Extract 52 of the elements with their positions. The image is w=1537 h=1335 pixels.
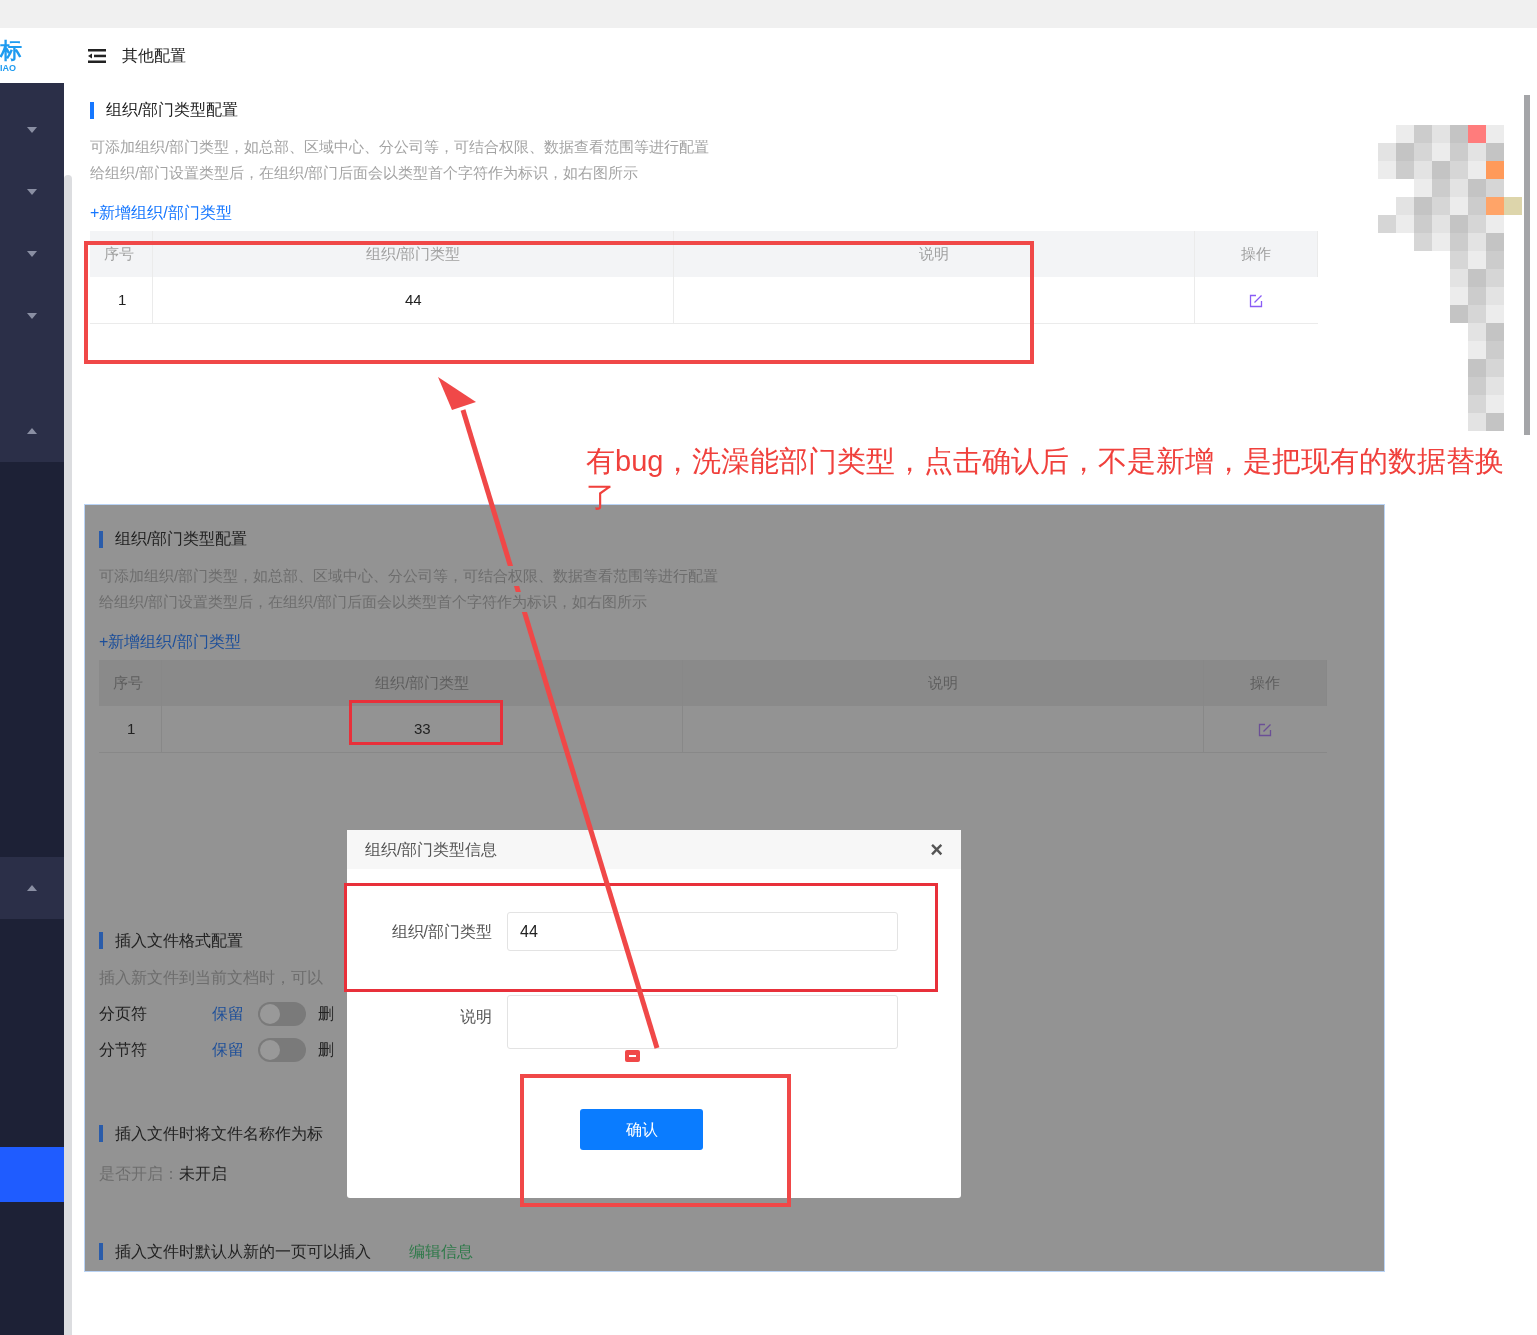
caret-icon[interactable] [27, 127, 37, 133]
table-cell: 44 [153, 277, 674, 323]
edit-icon[interactable] [1249, 293, 1264, 308]
column-header: 序号 [90, 231, 153, 277]
logo-mark: 标 [0, 38, 22, 63]
column-header: 操作 [1194, 231, 1318, 277]
table-cell: 1 [99, 706, 162, 752]
section-marker [99, 932, 103, 949]
description-text: 可添加组织/部门类型，如总部、区域中心、分公司等，可结合权限、数据查看范围等进行配置 [90, 137, 711, 157]
section-title: 组织/部门类型配置 [106, 100, 239, 120]
status-value: 未开启 [179, 1163, 227, 1184]
section-title: 插入文件时默认从新的一页可以插入 [115, 1241, 371, 1262]
field-label: 说明 [459, 1007, 492, 1027]
section-marker [90, 101, 94, 119]
option-text: 删 [318, 1003, 334, 1024]
caret-icon[interactable] [27, 313, 37, 319]
section-marker [99, 1243, 103, 1260]
section-title: 组织/部门类型配置 [115, 529, 248, 549]
edit-icon[interactable] [1258, 722, 1273, 737]
dialog-title: 组织/部门类型信息 [365, 839, 498, 860]
toggle-label: 分节符 [99, 1039, 148, 1060]
scrollbar[interactable] [64, 175, 72, 1335]
section-title: 插入文件格式配置 [115, 930, 243, 951]
menu-icon[interactable] [88, 48, 106, 63]
option-text: 保留 [212, 1039, 245, 1060]
table-cell: 33 [162, 706, 683, 752]
annotation-marker [625, 1050, 640, 1062]
column-header: 说明 [673, 231, 1195, 277]
option-text: 删 [318, 1039, 334, 1060]
column-header: 组织/部门类型 [153, 231, 674, 277]
add-type-link[interactable]: +新增组织/部门类型 [99, 630, 241, 654]
add-type-link[interactable]: +新增组织/部门类型 [90, 201, 232, 225]
annotation-text: 有bug，洗澡能部门类型，点击确认后，不是新增，是把现有的数据替换了 [586, 444, 1506, 515]
caret-icon[interactable] [27, 251, 37, 257]
option-text: 保留 [212, 1003, 245, 1024]
toggle-label: 分页符 [99, 1003, 148, 1024]
confirm-button[interactable]: 确认 [580, 1109, 703, 1150]
sidebar-item[interactable] [0, 1147, 64, 1202]
section-title: 插入文件时将文件名称作为标 [115, 1123, 323, 1144]
caret-icon[interactable] [27, 189, 37, 195]
caret-icon[interactable] [27, 428, 37, 434]
table-cell: 1 [90, 277, 153, 323]
description-text: 给组织/部门设置类型后，在组织/部门后面会以类型首个字符作为标识，如右图所示 [90, 163, 640, 183]
section-marker [99, 1125, 103, 1142]
caret-icon[interactable] [27, 885, 37, 891]
field-label: 组织/部门类型 [390, 921, 492, 942]
input-field[interactable]: 44 [507, 912, 898, 951]
section-marker [99, 530, 103, 548]
logo-subtext: IAO [0, 62, 16, 73]
close-button[interactable]: × [930, 838, 943, 861]
text-area[interactable] [507, 995, 898, 1049]
page-title: 其他配置 [122, 45, 186, 66]
